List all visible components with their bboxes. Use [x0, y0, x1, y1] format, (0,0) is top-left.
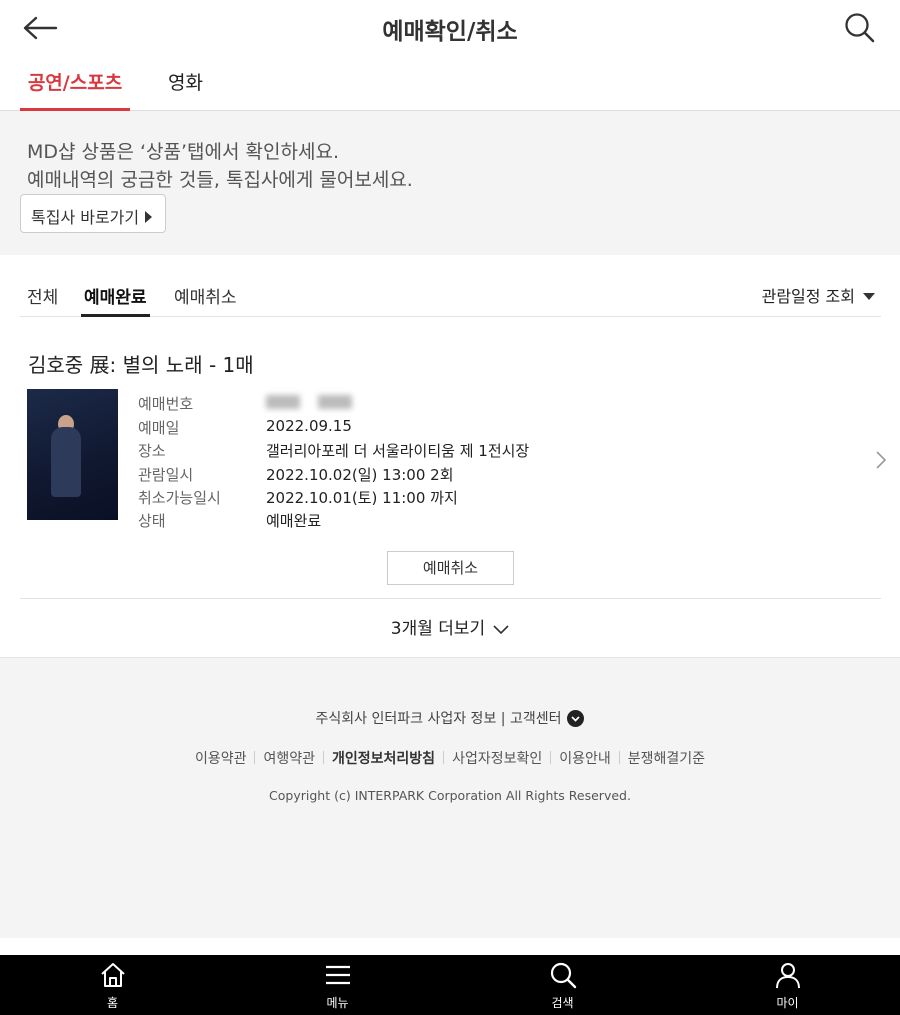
- status-value: 예매완료: [266, 512, 322, 530]
- separator: [323, 751, 325, 764]
- booking-title: 김호중 展: 별의 노래 - 1매: [28, 353, 254, 377]
- viewing-date-filter[interactable]: 관람일정 조회: [762, 283, 875, 307]
- blurred-text: [266, 395, 300, 409]
- footer-link-privacy[interactable]: 개인정보처리방침: [332, 751, 435, 767]
- nav-home[interactable]: 홈: [0, 955, 225, 1015]
- tab-all[interactable]: 전체: [27, 283, 58, 317]
- viewing-datetime-label: 관람일시: [138, 466, 194, 484]
- separator: [254, 751, 256, 764]
- tab-performance-sports[interactable]: 공연/스포츠: [20, 68, 130, 111]
- bottom-navigation: 홈 메뉴 검색 마이: [0, 955, 900, 1015]
- footer-link-terms[interactable]: 이용약관: [195, 751, 247, 767]
- nav-search-label: 검색: [551, 996, 574, 1010]
- venue-value: 갤러리아포레 더 서울라이티움 제 1전시장: [266, 442, 530, 460]
- viewing-date-filter-label: 관람일정 조회: [761, 287, 855, 306]
- cancel-deadline-label: 취소가능일시: [138, 489, 221, 507]
- blurred-text: [318, 395, 352, 409]
- notice-text-1: MD샵 상품은 ‘상품’탭에서 확인하세요.: [27, 141, 339, 163]
- page-title: 예매확인/취소: [382, 19, 518, 45]
- app-header: 예매확인/취소: [0, 0, 900, 56]
- status-tabs: 전체 예매완료 예매취소 관람일정 조회: [20, 255, 881, 317]
- poster-figure: [51, 427, 81, 497]
- viewing-datetime-value: 2022.10.02(일) 13:00 2회: [266, 466, 454, 484]
- company-info[interactable]: 주식회사 인터파크 사업자 정보 | 고객센터: [0, 708, 900, 728]
- search-icon: [550, 962, 576, 989]
- separator: [550, 751, 552, 764]
- booking-number-value: [266, 393, 370, 411]
- nav-my[interactable]: 마이: [675, 955, 900, 1015]
- footer-link-dispute[interactable]: 분쟁해결기준: [628, 751, 705, 767]
- booking-date-label: 예매일: [138, 419, 180, 437]
- talk-butler-button[interactable]: 톡집사 바로가기: [20, 194, 166, 233]
- booking-detail-chevron[interactable]: [874, 450, 888, 470]
- tab-cancelled[interactable]: 예매취소: [174, 283, 237, 317]
- caret-right-icon: [145, 211, 153, 223]
- chevron-right-icon: [876, 451, 887, 469]
- separator: [618, 751, 620, 764]
- notice-text-2: 예매내역의 궁금한 것들, 톡집사에게 물어보세요.: [27, 169, 413, 191]
- venue-label: 장소: [138, 442, 166, 460]
- user-icon: [775, 963, 800, 989]
- footer-link-guide[interactable]: 이용안내: [559, 751, 611, 767]
- booking-number-label: 예매번호: [138, 395, 194, 413]
- divider: [20, 598, 881, 599]
- load-more-label: 3개월 더보기: [390, 619, 486, 639]
- nav-home-label: 홈: [106, 996, 119, 1010]
- footer-link-travel-terms[interactable]: 여행약관: [263, 751, 315, 767]
- nav-menu-label: 메뉴: [326, 996, 349, 1010]
- booking-date-value: 2022.09.15: [266, 417, 352, 435]
- search-button[interactable]: [844, 12, 876, 44]
- notice-banner: MD샵 상품은 ‘상품’탭에서 확인하세요. 예매내역의 궁금한 것들, 톡집사…: [0, 111, 900, 255]
- copyright: Copyright (c) INTERPARK Corporation All …: [269, 788, 631, 803]
- footer-link-business-info[interactable]: 사업자정보확인: [452, 751, 542, 767]
- load-more-button[interactable]: 3개월 더보기: [0, 614, 900, 639]
- separator: [443, 751, 445, 764]
- chevron-down-icon: [493, 625, 509, 635]
- expand-icon: [567, 710, 585, 727]
- search-icon: [845, 13, 875, 43]
- nav-search[interactable]: 검색: [450, 955, 675, 1015]
- menu-icon: [325, 965, 350, 985]
- talk-butler-label: 톡집사 바로가기: [31, 208, 140, 227]
- event-poster[interactable]: [27, 389, 118, 520]
- home-icon: [100, 963, 125, 987]
- tab-movie[interactable]: 영화: [168, 68, 203, 111]
- nav-my-label: 마이: [776, 996, 799, 1010]
- cancel-deadline-value: 2022.10.01(토) 11:00 까지: [266, 489, 458, 507]
- status-label: 상태: [138, 512, 166, 530]
- footer-links: 이용약관 여행약관 개인정보처리방침 사업자정보확인 이용안내 분쟁해결기준: [0, 748, 900, 768]
- nav-menu[interactable]: 메뉴: [225, 955, 450, 1015]
- category-tabs: 공연/스포츠 영화: [0, 56, 900, 111]
- footer: 주식회사 인터파크 사업자 정보 | 고객센터 이용약관 여행약관 개인정보처리방침…: [0, 657, 900, 938]
- tab-booked[interactable]: 예매완료: [81, 283, 150, 317]
- company-info-label: 주식회사 인터파크 사업자 정보 | 고객센터: [315, 711, 562, 727]
- cancel-booking-button[interactable]: 예매취소: [387, 551, 514, 585]
- triangle-down-icon: [863, 293, 875, 300]
